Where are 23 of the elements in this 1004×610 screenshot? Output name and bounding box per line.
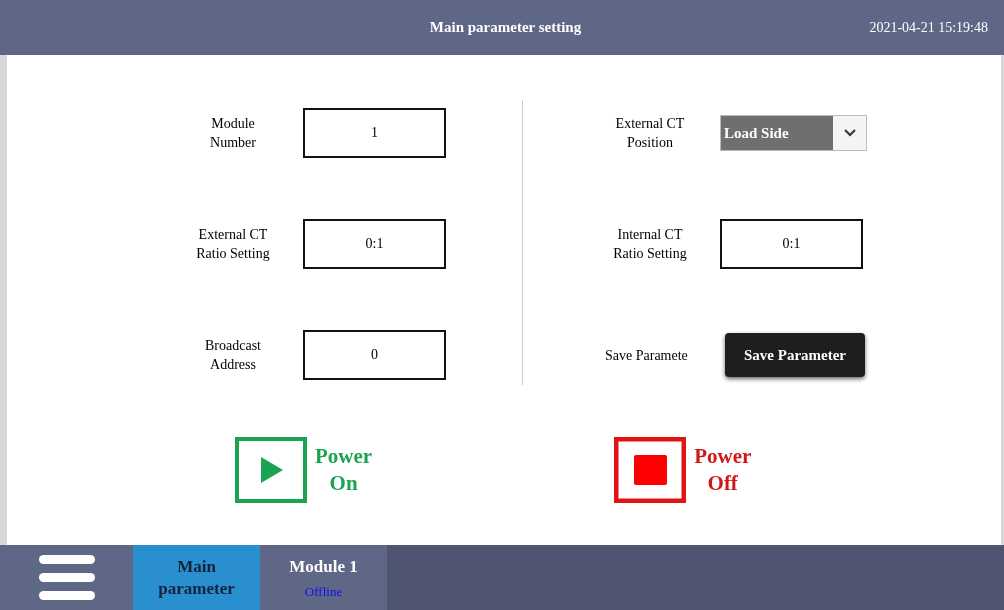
input-field[interactable]: 0:1	[303, 219, 446, 269]
dropdown[interactable]: Load Side	[720, 115, 867, 151]
field-label: Internal CT Ratio Setting	[612, 226, 688, 263]
field-label: Save Paramete	[604, 346, 689, 365]
field-label: External CT Ratio Setting	[195, 226, 271, 263]
input-field[interactable]: 0	[303, 330, 446, 380]
menu-button[interactable]	[0, 545, 133, 610]
window-title: Main parameter setting	[429, 19, 582, 36]
save-button[interactable]: Save Parameter	[725, 333, 865, 377]
field-label: External CT Position	[614, 115, 686, 152]
nav-tab[interactable]: Module 1 Offline	[260, 545, 387, 610]
chevron-down-icon	[843, 129, 856, 137]
play-icon[interactable]	[235, 437, 307, 503]
datetime: 2021-04-21 15:19:48	[869, 19, 988, 36]
nav-tab[interactable]: Main parameter	[133, 545, 260, 610]
field-label: Broadcast Address	[204, 337, 262, 374]
input-field[interactable]: 0:1	[720, 219, 863, 269]
power-label: Power Off	[694, 443, 752, 497]
field-label: Module Number	[209, 115, 257, 152]
input-field[interactable]: 1	[303, 108, 446, 158]
power-label: Power On	[315, 443, 373, 497]
stop-icon[interactable]	[614, 437, 687, 503]
menu-icon	[36, 552, 97, 603]
